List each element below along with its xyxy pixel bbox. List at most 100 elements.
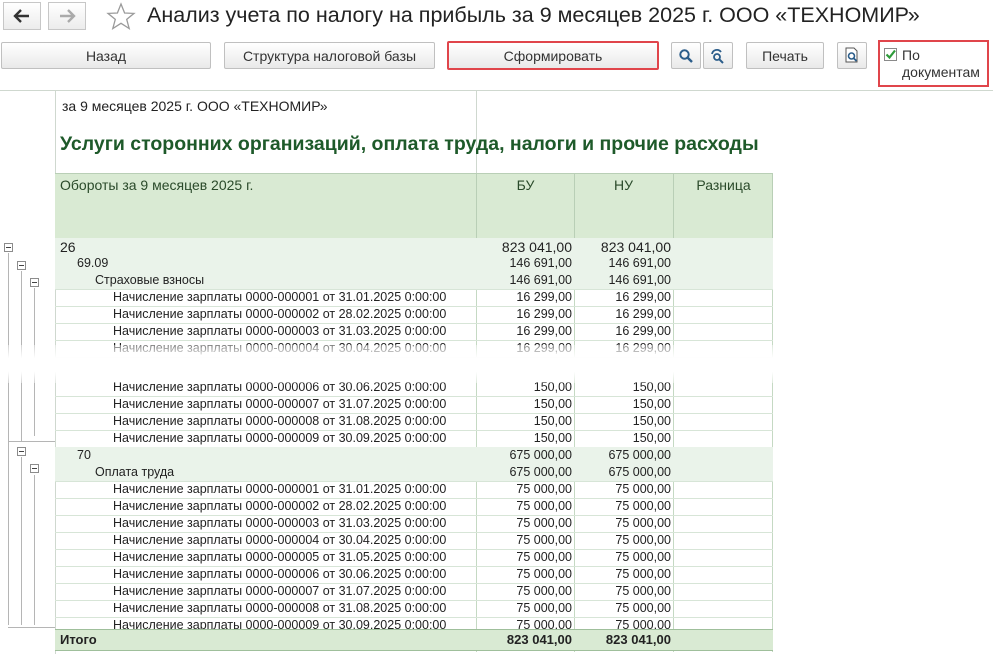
row-nu: 75 000,00 bbox=[615, 482, 671, 496]
report-heading: Услуги сторонних организаций, оплата тру… bbox=[60, 133, 759, 155]
total-row: Итого 823 041,00 823 041,00 bbox=[55, 629, 773, 651]
table-row[interactable]: Начисление зарплаты 0000-000003 от 31.03… bbox=[55, 515, 773, 532]
row-name: Начисление зарплаты 0000-000009 от 30.09… bbox=[113, 431, 447, 445]
row-bu: 675 000,00 bbox=[509, 465, 572, 479]
table-row[interactable]: Начисление зарплаты 0000-000008 от 31.08… bbox=[55, 600, 773, 617]
star-icon bbox=[106, 2, 136, 30]
collapse-6909-toggle[interactable] bbox=[17, 261, 26, 270]
row-bu: 75 000,00 bbox=[516, 516, 572, 530]
row-nu: 675 000,00 bbox=[608, 448, 671, 462]
row-nu: 146 691,00 bbox=[608, 273, 671, 287]
print-button[interactable]: Печать bbox=[746, 42, 824, 69]
search-button[interactable] bbox=[671, 42, 701, 69]
row-name: Начисление зарплаты 0000-000002 от 28.02… bbox=[113, 499, 447, 513]
row-name: Начисление зарплаты 0000-000004 от 30.04… bbox=[113, 533, 447, 547]
back-arrow-icon bbox=[13, 9, 29, 23]
row-name: Оплата труда bbox=[95, 465, 175, 479]
table-header: Обороты за 9 месяцев 2025 г. БУ НУ Разни… bbox=[55, 173, 773, 239]
collapse-70-toggle[interactable] bbox=[17, 447, 26, 456]
table-row[interactable]: Начисление зарплаты 0000-000007 от 31.07… bbox=[55, 583, 773, 600]
table-row[interactable]: Начисление зарплаты 0000-000003 от 31.03… bbox=[55, 323, 773, 340]
group-row[interactable]: 69.09 146 691,00 146 691,00 bbox=[55, 255, 773, 272]
checkbox-box[interactable] bbox=[884, 48, 897, 61]
by-documents-label: По документам bbox=[902, 47, 980, 80]
group-row[interactable]: 70 675 000,00 675 000,00 bbox=[55, 447, 773, 464]
row-name: Начисление зарплаты 0000-000001 от 31.01… bbox=[113, 482, 447, 496]
row-nu: 675 000,00 bbox=[608, 465, 671, 479]
row-bu: 75 000,00 bbox=[516, 499, 572, 513]
row-nu: 75 000,00 bbox=[615, 567, 671, 581]
period-line: за 9 месяцев 2025 г. ООО «ТЕХНОМИР» bbox=[62, 98, 328, 114]
row-nu: 150,00 bbox=[632, 414, 671, 428]
row-name: Начисление зарплаты 0000-000008 от 31.08… bbox=[113, 601, 447, 615]
row-nu: 150,00 bbox=[632, 431, 671, 445]
table-row[interactable]: Начисление зарплаты 0000-000002 от 28.02… bbox=[55, 498, 773, 515]
row-bu: 75 000,00 bbox=[516, 584, 572, 598]
row-name: Начисление зарплаты 0000-000007 от 31.07… bbox=[113, 584, 447, 598]
row-name: Страховые взносы bbox=[95, 273, 205, 287]
column-header-diff: Разница bbox=[696, 177, 751, 193]
group-row[interactable]: Страховые взносы 146 691,00 146 691,00 bbox=[55, 272, 773, 289]
row-bu: 16 299,00 bbox=[516, 307, 572, 321]
back-arrow-button[interactable] bbox=[3, 2, 41, 30]
row-name: 69.09 bbox=[77, 256, 109, 270]
row-nu: 146 691,00 bbox=[608, 256, 671, 270]
row-bu: 146 691,00 bbox=[509, 273, 572, 287]
total-nu: 823 041,00 bbox=[605, 632, 671, 647]
row-bu: 75 000,00 bbox=[516, 601, 572, 615]
generate-button[interactable]: Сформировать bbox=[447, 41, 659, 70]
favorite-star-button[interactable] bbox=[106, 2, 136, 30]
row-bu: 150,00 bbox=[533, 431, 572, 445]
row-name: Начисление зарплаты 0000-000008 от 31.08… bbox=[113, 414, 447, 428]
row-name: Начисление зарплаты 0000-000002 от 28.02… bbox=[113, 307, 447, 321]
row-bu: 823 041,00 bbox=[501, 239, 572, 255]
group-row[interactable]: 26 823 041,00 823 041,00 bbox=[55, 238, 773, 255]
collapse-wages-toggle[interactable] bbox=[30, 464, 39, 473]
table-row[interactable]: Начисление зарплаты 0000-000007 от 31.07… bbox=[55, 396, 773, 413]
table-row[interactable]: Начисление зарплаты 0000-000006 от 30.06… bbox=[55, 566, 773, 583]
collapse-insurance-toggle[interactable] bbox=[30, 278, 39, 287]
column-header-turnover: Обороты за 9 месяцев 2025 г. bbox=[60, 177, 254, 193]
row-bu: 16 299,00 bbox=[516, 324, 572, 338]
row-bu: 150,00 bbox=[533, 397, 572, 411]
tax-base-structure-button[interactable]: Структура налоговой базы bbox=[224, 42, 435, 69]
table-row[interactable]: Начисление зарплаты 0000-000002 от 28.02… bbox=[55, 306, 773, 323]
row-name: Начисление зарплаты 0000-000005 от 31.05… bbox=[113, 550, 447, 564]
preview-button[interactable] bbox=[837, 42, 867, 69]
group-row[interactable]: Оплата труда 675 000,00 675 000,00 bbox=[55, 464, 773, 481]
table-row[interactable]: Начисление зарплаты 0000-000004 от 30.04… bbox=[55, 532, 773, 549]
row-name: 70 bbox=[77, 448, 91, 462]
checkmark-icon bbox=[885, 49, 896, 60]
forward-arrow-icon bbox=[60, 9, 76, 23]
window-title: Анализ учета по налогу на прибыль за 9 м… bbox=[147, 3, 920, 27]
table-row[interactable]: Начисление зарплаты 0000-000005 от 31.05… bbox=[55, 549, 773, 566]
back-button[interactable]: Назад bbox=[1, 42, 211, 69]
row-name: Начисление зарплаты 0000-000007 от 31.07… bbox=[113, 397, 447, 411]
report-area: за 9 месяцев 2025 г. ООО «ТЕХНОМИР» Услу… bbox=[0, 90, 993, 654]
total-label: Итого bbox=[60, 632, 97, 647]
search-refresh-button[interactable] bbox=[703, 42, 733, 69]
forward-arrow-button[interactable] bbox=[48, 2, 86, 30]
row-bu: 675 000,00 bbox=[509, 448, 572, 462]
row-name: Начисление зарплаты 0000-000006 от 30.06… bbox=[113, 567, 447, 581]
row-nu: 75 000,00 bbox=[615, 516, 671, 530]
table-row[interactable]: Начисление зарплаты 0000-000001 от 31.01… bbox=[55, 289, 773, 306]
table-row[interactable]: Начисление зарплаты 0000-000008 от 31.08… bbox=[55, 413, 773, 430]
row-bu: 150,00 bbox=[533, 414, 572, 428]
collapse-26-toggle[interactable] bbox=[4, 243, 13, 252]
row-nu: 16 299,00 bbox=[615, 324, 671, 338]
row-bu: 75 000,00 bbox=[516, 482, 572, 496]
row-nu: 75 000,00 bbox=[615, 550, 671, 564]
table-row[interactable]: Начисление зарплаты 0000-000001 от 31.01… bbox=[55, 481, 773, 498]
row-bu: 16 299,00 bbox=[516, 290, 572, 304]
row-name: Начисление зарплаты 0000-000003 от 31.03… bbox=[113, 324, 447, 338]
table-row[interactable]: Начисление зарплаты 0000-000009 от 30.09… bbox=[55, 430, 773, 447]
column-header-bu: БУ bbox=[516, 177, 535, 193]
row-nu: 75 000,00 bbox=[615, 584, 671, 598]
row-bu: 146 691,00 bbox=[509, 256, 572, 270]
by-documents-checkbox[interactable]: По документам bbox=[878, 40, 989, 87]
row-bu: 75 000,00 bbox=[516, 533, 572, 547]
column-header-nu: НУ bbox=[613, 177, 633, 193]
faded-region bbox=[0, 345, 993, 383]
row-name: Начисление зарплаты 0000-000001 от 31.01… bbox=[113, 290, 447, 304]
